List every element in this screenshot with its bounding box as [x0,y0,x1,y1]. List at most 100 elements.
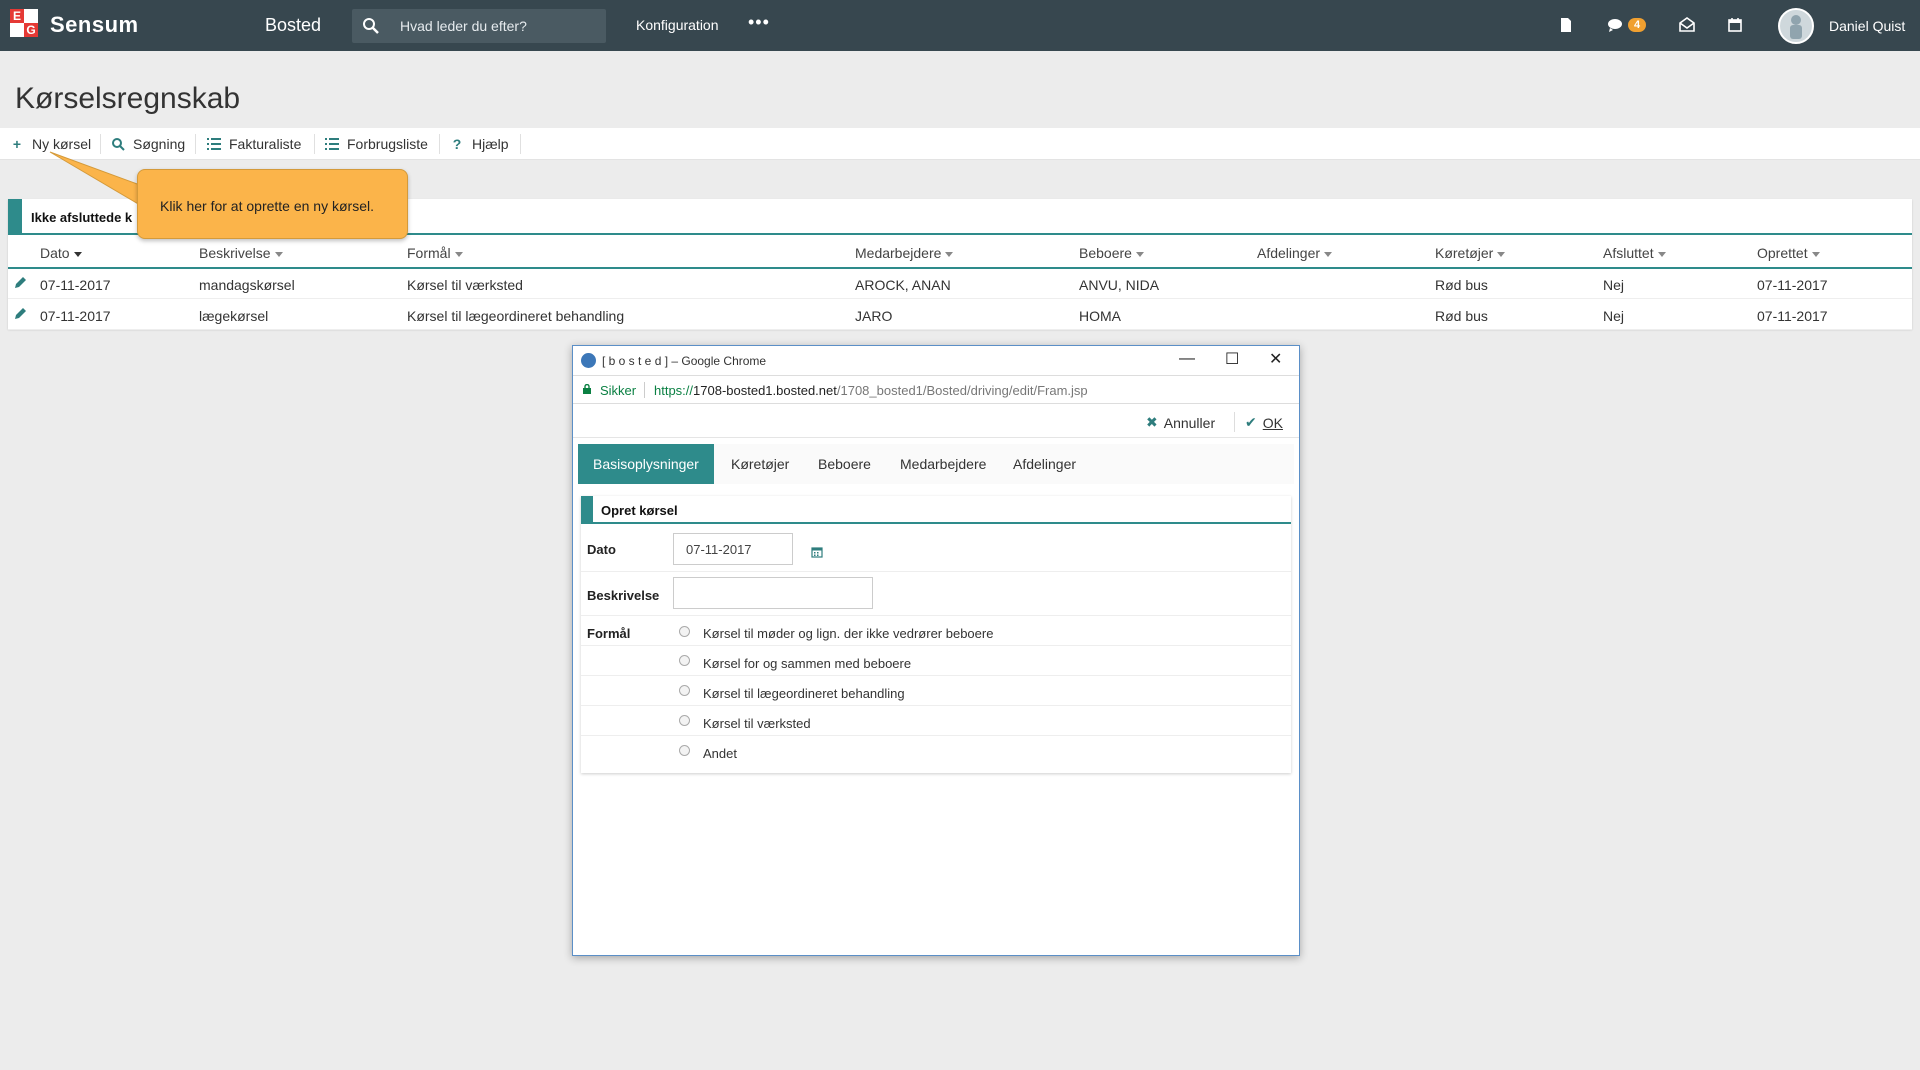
column-header-departments[interactable]: Afdelinger [1257,245,1333,261]
logo-letter-g: G [24,23,38,37]
cell-residents: HOMA [1079,308,1121,324]
calendar-icon[interactable] [811,546,823,558]
document-icon[interactable] [1557,16,1575,34]
popup-tabs: Basisoplysninger Køretøjer Beboere Medar… [578,444,1294,484]
tab-basic-info[interactable]: Basisoplysninger [578,444,714,484]
mail-icon[interactable] [1678,16,1696,34]
close-icon[interactable]: ✕ [1269,349,1282,369]
purpose-option-label: Kørsel til værksted [703,716,811,731]
popup-window-title: [ b o s t e d ] – Google Chrome [602,354,767,368]
date-field[interactable]: 07-11-2017 [673,533,793,565]
tab-vehicles[interactable]: Køretøjer [716,444,804,484]
action-divider [1234,412,1235,432]
purpose-radio[interactable] [679,715,690,726]
cell-employees: AROCK, ANAN [855,277,951,293]
column-header-residents[interactable]: Beboere [1079,245,1144,261]
search-icon [112,138,125,151]
logo-blank-square-2 [10,23,24,37]
description-field[interactable] [673,577,873,609]
create-trip-form: Opret kørsel Dato 07-11-2017 Beskrivelse… [581,496,1291,773]
help-button[interactable]: ? Hjælp [450,136,509,152]
purpose-radio[interactable] [679,685,690,696]
notification-badge[interactable]: 4 [1628,18,1647,32]
minimize-icon[interactable]: — [1179,350,1195,368]
tooltip-pointer [49,151,141,206]
column-header-employees[interactable]: Medarbejdere [855,245,954,261]
check-icon: ✔ [1245,414,1257,430]
column-header-date[interactable]: Dato [40,245,82,261]
description-row: Beskrivelse [581,572,1291,616]
panel-accent-bar [8,199,22,235]
sort-caret-icon [1324,251,1333,257]
calendar-icon[interactable] [1726,16,1744,34]
date-row: Dato 07-11-2017 [581,526,1291,572]
purpose-option-row[interactable]: Kørsel for og sammen med beboere [581,646,1291,676]
edit-pencil-icon[interactable] [13,276,27,290]
invoice-list-label: Fakturaliste [229,136,302,152]
purpose-radio[interactable] [679,655,690,666]
create-trip-popup-window: [ b o s t e d ] – Google Chrome — ☐ ✕ Si… [572,345,1300,956]
table-row[interactable]: 07-11-2017 lægekørsel Kørsel til lægeord… [8,300,1912,330]
cell-date: 07-11-2017 [40,308,111,324]
help-label: Hjælp [472,136,509,152]
cell-created: 07-11-2017 [1757,277,1828,293]
secure-label: Sikker [600,383,637,398]
url-text[interactable]: https://1708-bosted1.bosted.net/1708_bos… [654,383,1088,398]
edit-pencil-icon[interactable] [13,307,27,321]
tab-departments[interactable]: Afdelinger [998,444,1091,484]
cancel-button[interactable]: ✖ Annuller [1146,414,1215,431]
table-row[interactable]: 07-11-2017 mandagskørsel Kørsel til værk… [8,269,1912,299]
purpose-option-row[interactable]: Kørsel til lægeordineret behandling [581,676,1291,706]
column-header-created[interactable]: Oprettet [1757,245,1820,261]
x-icon: ✖ [1146,414,1158,430]
column-header-completed[interactable]: Afsluttet [1603,245,1666,261]
address-bar[interactable]: Sikker https://1708-bosted1.bosted.net/1… [573,376,1299,404]
cell-description: mandagskørsel [199,277,295,293]
global-search[interactable]: Hvad leder du efter? [352,9,606,43]
sort-caret-icon [1497,251,1506,257]
maximize-icon[interactable]: ☐ [1225,349,1239,369]
popup-titlebar[interactable]: [ b o s t e d ] – Google Chrome — ☐ ✕ [573,346,1299,376]
url-divider [644,382,645,398]
help-icon: ? [452,136,462,152]
config-menu[interactable]: Konfiguration [636,17,719,33]
column-header-description[interactable]: Beskrivelse [199,245,283,261]
sort-caret-icon [454,251,463,257]
purpose-option-row[interactable]: Andet [581,736,1291,766]
chrome-app-icon [581,353,596,368]
invoice-list-button[interactable]: Fakturaliste [207,136,301,152]
cell-date: 07-11-2017 [40,277,111,293]
purpose-option-label: Kørsel for og sammen med beboere [703,656,912,671]
user-name[interactable]: Daniel Quist [1829,18,1905,34]
module-title[interactable]: Bosted [265,15,321,36]
cell-vehicles: Rød bus [1435,308,1488,324]
sort-caret-icon [945,251,954,257]
toolbar-divider [195,134,196,154]
tab-residents[interactable]: Beboere [803,444,886,484]
list-icon [207,138,221,150]
more-menu-icon[interactable]: ••• [748,12,770,33]
column-header-vehicles[interactable]: Køretøjer [1435,245,1506,261]
toolbar-divider [314,134,315,154]
description-label: Beskrivelse [587,588,660,603]
column-header-purpose[interactable]: Formål [407,245,463,261]
logo-blank-square [24,9,38,23]
purpose-option-row[interactable]: Kørsel til værksted [581,706,1291,736]
user-avatar[interactable] [1778,8,1814,44]
purpose-option-label: Kørsel til møder og lign. der ikke vedrø… [703,626,994,641]
toolbar-divider [439,134,440,154]
cell-residents: ANVU, NIDA [1079,277,1160,293]
purpose-radio[interactable] [679,626,690,637]
purpose-option-row[interactable]: Kørsel til møder og lign. der ikke vedrø… [581,616,1291,646]
purpose-radio[interactable] [679,745,690,756]
chat-icon[interactable] [1606,16,1624,34]
cell-employees: JARO [855,308,893,324]
cell-vehicles: Rød bus [1435,277,1488,293]
brand-name[interactable]: Sensum [50,12,139,38]
form-header: Opret kørsel [581,496,1291,524]
search-input[interactable]: Hvad leder du efter? [400,18,527,34]
usage-list-button[interactable]: Forbrugsliste [325,136,428,152]
eg-logo[interactable]: E G [10,9,40,39]
ok-button[interactable]: ✔ OK [1245,414,1283,431]
tab-employees[interactable]: Medarbejdere [885,444,1001,484]
